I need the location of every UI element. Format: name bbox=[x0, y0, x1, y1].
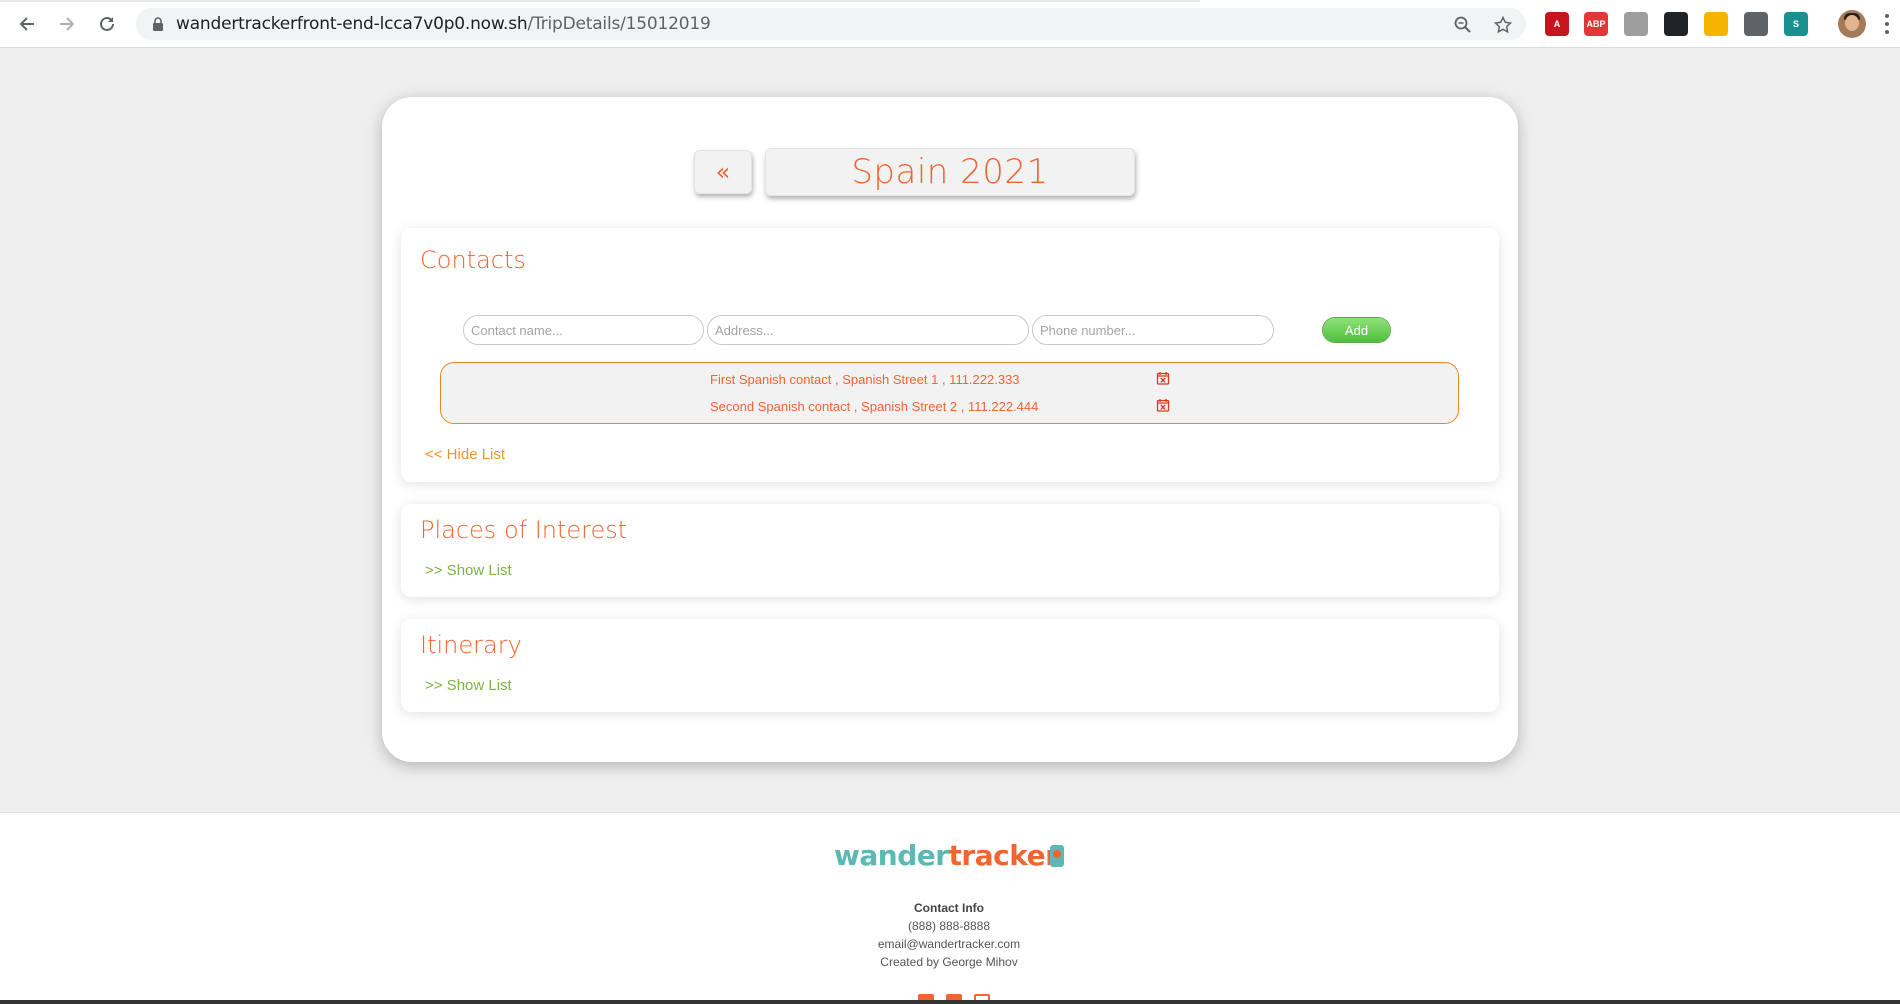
show-itinerary-link[interactable]: >> Show List bbox=[425, 677, 512, 694]
contacts-section: Contacts << Hide List bbox=[401, 228, 1499, 482]
eyedropper-icon[interactable] bbox=[1744, 12, 1768, 36]
back-button[interactable]: « bbox=[694, 150, 752, 194]
lock-icon bbox=[153, 17, 163, 31]
address-input[interactable]: Address... bbox=[707, 315, 1029, 345]
forward-icon[interactable] bbox=[53, 10, 81, 38]
browser-menu-icon[interactable] bbox=[1884, 12, 1890, 36]
itinerary-title: Itinerary bbox=[420, 631, 522, 659]
url-host: wandertrackerfront-end-lcca7v0p0.now.sh bbox=[176, 14, 528, 34]
contact-name-input[interactable]: Contact name... bbox=[463, 315, 704, 345]
contacts-title: Contacts bbox=[420, 246, 526, 274]
footer-phone: (888) 888-8888 bbox=[907, 919, 991, 933]
cube-extension-icon[interactable] bbox=[1624, 12, 1648, 36]
pdf-extension-icon[interactable]: A bbox=[1545, 12, 1569, 36]
phone-number-input[interactable]: Phone number... bbox=[1032, 315, 1274, 345]
add-contact-button[interactable]: Add bbox=[1323, 318, 1390, 342]
contact-text: Second Spanish contact , Spanish Street … bbox=[710, 399, 1039, 414]
adblock-plus-icon[interactable]: ABP bbox=[1584, 12, 1608, 36]
delete-icon[interactable] bbox=[1156, 371, 1170, 385]
taskbar-edge bbox=[0, 1000, 1900, 1004]
footer-credit: Created by George Mihov bbox=[880, 955, 1018, 969]
reload-icon[interactable] bbox=[93, 10, 121, 38]
wandertracker-logo[interactable]: wandertracker bbox=[834, 839, 1059, 872]
contact-list: First Spanish contact , Spanish Street 1… bbox=[440, 362, 1459, 424]
footer-email[interactable]: email@wandertracker.com bbox=[749, 937, 1149, 951]
url-path: /TripDetails/15012019 bbox=[527, 14, 711, 34]
react-devtools-icon[interactable] bbox=[1664, 12, 1688, 36]
contact-text: First Spanish contact , Spanish Street 1… bbox=[710, 372, 1020, 387]
contact-info-heading: Contact Info bbox=[914, 901, 984, 915]
s-extension-icon[interactable]: S bbox=[1784, 12, 1808, 36]
bookmark-star-icon[interactable] bbox=[1494, 16, 1512, 34]
places-section: Places of Interest >> Show List bbox=[401, 504, 1499, 597]
list-item: Second Spanish contact , Spanish Street … bbox=[441, 397, 1458, 417]
hide-list-link[interactable]: << Hide List bbox=[425, 446, 505, 463]
browser-toolbar: wandertrackerfront-end-lcca7v0p0.now.sh /… bbox=[0, 0, 1900, 48]
color-picker-icon[interactable] bbox=[1704, 12, 1728, 36]
zoom-icon[interactable] bbox=[1454, 16, 1472, 34]
show-places-link[interactable]: >> Show List bbox=[425, 562, 512, 579]
delete-icon[interactable] bbox=[1156, 398, 1170, 412]
logo-marker-icon bbox=[1050, 845, 1064, 867]
profile-avatar[interactable] bbox=[1838, 10, 1866, 38]
itinerary-section: Itinerary >> Show List bbox=[401, 619, 1499, 712]
list-item: First Spanish contact , Spanish Street 1… bbox=[441, 370, 1458, 390]
back-icon[interactable] bbox=[13, 10, 41, 38]
address-bar[interactable]: wandertrackerfront-end-lcca7v0p0.now.sh /… bbox=[136, 8, 1526, 40]
places-title: Places of Interest bbox=[420, 516, 628, 544]
loading-bar bbox=[0, 0, 1200, 2]
trip-title: Spain 2021 bbox=[765, 148, 1135, 196]
